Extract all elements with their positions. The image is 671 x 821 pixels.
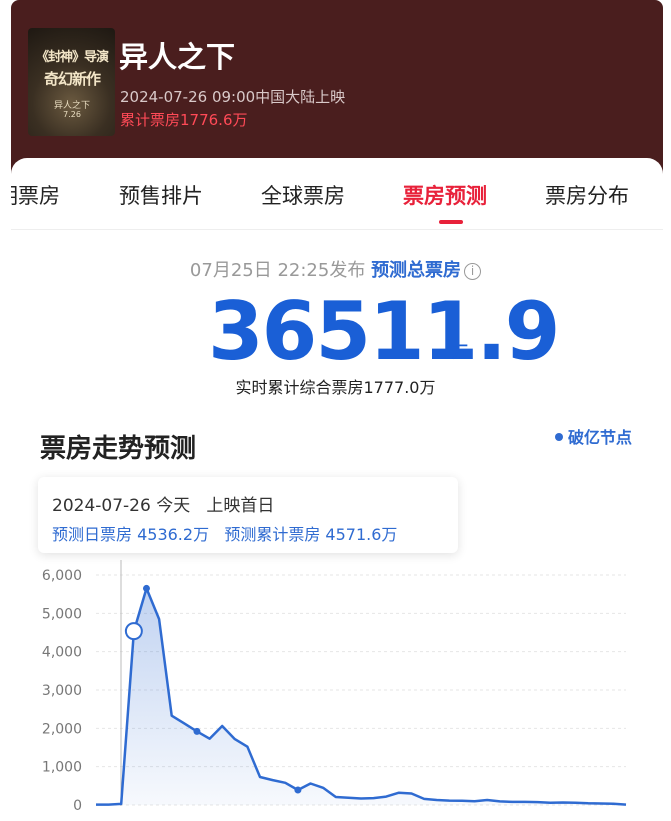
publish-time: 07月25日 22:25发布 [189, 260, 366, 281]
tooltip-daily: 预测日票房 4536.2万 [52, 525, 210, 544]
trend-title: 票房走势预测 [40, 434, 197, 464]
tooltip-today: 今天 [156, 496, 191, 516]
data-point [193, 727, 201, 735]
movie-poster[interactable]: 《封神》导演 奇幻新作 异人之下 7.26 [28, 28, 115, 136]
tab-bar: 明票房 预售排片 全球票房 票房预测 票房分布 [11, 158, 663, 230]
y-tick-label: 2,000 [42, 721, 82, 737]
data-point [142, 584, 150, 592]
legend-milestone[interactable]: 破亿节点 [555, 424, 632, 448]
chart-tooltip: 2024-07-26 今天 上映首日 预测日票房 4536.2万 预测累计票房 … [38, 477, 458, 553]
tooltip-day: 上映首日 [206, 496, 275, 516]
tooltip-date: 2024-07-26 [52, 496, 151, 516]
trend-area [96, 588, 626, 805]
legend-dot-icon [555, 433, 563, 441]
poster-slogan: 奇幻新作 [43, 70, 101, 88]
data-point [294, 786, 302, 794]
release-date: 2024-07-26 09:00中国大陆上映 [120, 88, 346, 106]
tooltip-cumulative: 预测累计票房 4571.6万 [224, 525, 398, 544]
poster-date: 7.26 [63, 110, 81, 119]
y-tick-label: 1,000 [42, 760, 82, 776]
active-tab-indicator [439, 220, 463, 224]
tab-distribution[interactable]: 票房分布 [545, 180, 629, 210]
y-tick-label: 6,000 [42, 568, 82, 584]
forecast-total-value: 36511.9 [208, 285, 560, 378]
highlight-point[interactable] [124, 622, 143, 641]
box-office-trend-chart[interactable]: 6,000 5,000 4,000 3,000 2,000 1,000 0 [0, 560, 671, 821]
y-axis-ticks: 6,000 5,000 4,000 3,000 2,000 1,000 0 [42, 568, 82, 814]
tooltip-date-line: 2024-07-26 今天 上映首日 [52, 491, 274, 516]
forecast-total-label[interactable]: 预测总票房 [371, 260, 461, 281]
cumulative-box-office: 累计票房1776.6万 [120, 111, 248, 129]
y-tick-label: 3,000 [42, 683, 82, 699]
tooltip-values-line: 预测日票房 4536.2万 预测累计票房 4571.6万 [52, 521, 397, 545]
forecast-total-unit: 万 [452, 342, 469, 361]
legend-label: 破亿节点 [568, 428, 633, 447]
y-tick-label: 5,000 [42, 606, 82, 622]
info-icon[interactable]: i [464, 263, 482, 280]
forecast-header: 07月25日 22:25发布 预测总票房 i [0, 256, 671, 282]
y-tick-label: 4,000 [42, 645, 82, 661]
tab-global[interactable]: 全球票房 [261, 180, 345, 210]
realtime-box-office: 实时累计综合票房1777.0万 [235, 378, 436, 397]
tab-presale[interactable]: 预售排片 [119, 180, 203, 210]
tab-box-office[interactable]: 明票房 [11, 180, 60, 210]
tab-forecast[interactable]: 票房预测 [403, 180, 487, 210]
poster-tagline: 《封神》导演 [35, 50, 109, 65]
movie-title: 异人之下 [119, 40, 236, 74]
y-tick-label: 0 [73, 798, 82, 814]
